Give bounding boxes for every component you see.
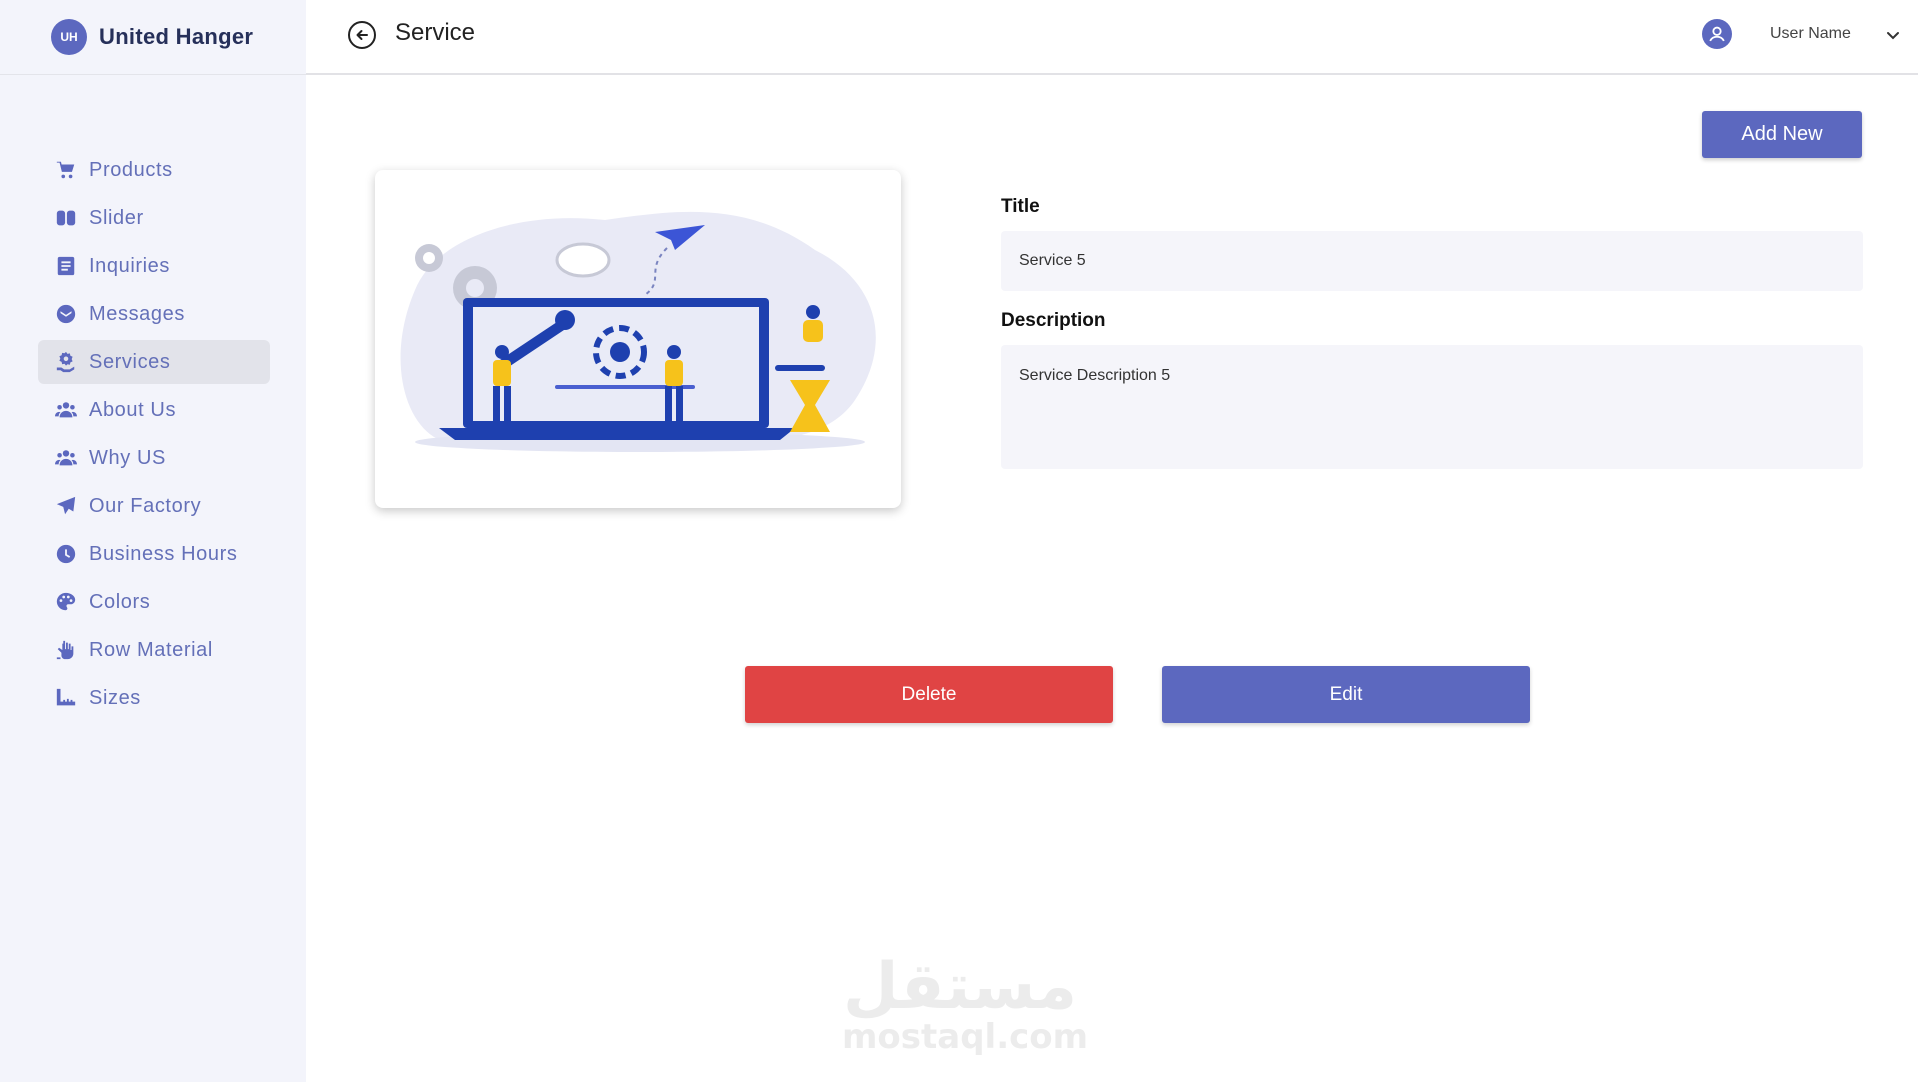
add-new-button[interactable]: Add New — [1702, 111, 1862, 158]
sidebar-nav: Products Slider Inquiries Messages Servi… — [38, 148, 270, 724]
sidebar-item-slider[interactable]: Slider — [38, 196, 270, 240]
sidebar-item-services[interactable]: Services — [38, 340, 270, 384]
ruler-icon — [54, 686, 78, 710]
watermark-arabic: مستقل — [842, 950, 1078, 1024]
sidebar-item-label: Why US — [89, 446, 166, 469]
sidebar-item-our-factory[interactable]: Our Factory — [38, 484, 270, 528]
brand[interactable]: UH United Hanger — [0, 0, 306, 75]
document-icon — [54, 254, 78, 278]
title-field[interactable]: Service 5 — [1001, 231, 1863, 291]
clock-icon — [54, 542, 78, 566]
delete-button[interactable]: Delete — [745, 666, 1113, 723]
brand-logo: UH — [51, 19, 87, 55]
sidebar-item-inquiries[interactable]: Inquiries — [38, 244, 270, 288]
sidebar-item-about-us[interactable]: About Us — [38, 388, 270, 432]
watermark-latin: mostaql.com — [842, 1017, 1089, 1057]
sidebar-item-label: Sizes — [89, 686, 141, 709]
cart-icon — [54, 158, 78, 182]
sidebar-item-why-us[interactable]: Why US — [38, 436, 270, 480]
sidebar: UH United Hanger Products Slider Inquiri… — [0, 0, 306, 1082]
sidebar-item-label: About Us — [89, 398, 177, 421]
sidebar-item-business-hours[interactable]: Business Hours — [38, 532, 270, 576]
sidebar-item-messages[interactable]: Messages — [38, 292, 270, 336]
top-header: Service User Name — [306, 0, 1918, 75]
sidebar-item-products[interactable]: Products — [38, 148, 270, 192]
description-field[interactable]: Service Description 5 — [1001, 345, 1863, 469]
watermark: مستقل mostaql.com — [842, 950, 1089, 1057]
description-label: Description — [1001, 310, 1106, 331]
brand-name: United Hanger — [99, 24, 254, 49]
sidebar-item-label: Business Hours — [89, 542, 238, 565]
sidebar-item-label: Services — [89, 350, 171, 373]
user-name[interactable]: User Name — [1770, 25, 1851, 43]
sidebar-item-sizes[interactable]: Sizes — [38, 676, 270, 720]
chevron-down-icon[interactable] — [1884, 26, 1902, 44]
palette-icon — [54, 590, 78, 614]
sidebar-item-label: Products — [89, 158, 173, 181]
paper-plane-icon — [54, 494, 78, 518]
sidebar-item-label: Our Factory — [89, 494, 202, 517]
user-avatar-icon[interactable] — [1702, 19, 1732, 49]
sidebar-item-row-material[interactable]: Row Material — [38, 628, 270, 672]
service-gear-hand-icon — [54, 350, 78, 374]
slider-icon — [54, 206, 78, 230]
sidebar-item-label: Colors — [89, 590, 151, 613]
title-label: Title — [1001, 196, 1040, 217]
back-arrow-icon[interactable] — [348, 21, 376, 49]
hand-icon — [54, 638, 78, 662]
users-icon — [54, 446, 78, 470]
sidebar-item-label: Row Material — [89, 638, 213, 661]
service-illustration — [400, 211, 876, 452]
mail-icon — [54, 302, 78, 326]
users-icon — [54, 398, 78, 422]
sidebar-item-label: Messages — [89, 302, 185, 325]
service-image — [375, 170, 901, 508]
sidebar-item-label: Inquiries — [89, 254, 170, 277]
page-title: Service — [395, 19, 476, 46]
sidebar-item-label: Slider — [89, 206, 144, 229]
sidebar-item-colors[interactable]: Colors — [38, 580, 270, 624]
edit-button[interactable]: Edit — [1162, 666, 1530, 723]
